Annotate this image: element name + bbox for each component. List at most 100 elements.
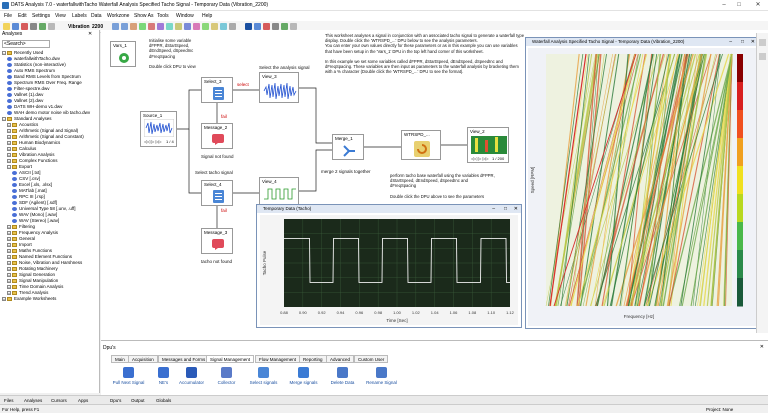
- dock-icon[interactable]: [759, 53, 766, 60]
- expand-toggle-icon[interactable]: +: [7, 285, 11, 289]
- worksheet-canvas[interactable]: Vars_1 Initialise some variable dFPPR, d…: [101, 30, 768, 340]
- expand-toggle-icon[interactable]: +: [7, 225, 11, 229]
- menu-help[interactable]: Help: [202, 13, 212, 19]
- expand-toggle-icon[interactable]: +: [7, 141, 11, 145]
- search-input[interactable]: <Search>: [2, 40, 50, 48]
- cascade-icon[interactable]: [263, 23, 270, 30]
- tab-flow-management[interactable]: Flow Management: [255, 355, 301, 363]
- print-icon[interactable]: [30, 23, 37, 30]
- tile-icon[interactable]: [254, 23, 261, 30]
- run-icon[interactable]: [39, 23, 46, 30]
- grid-icon[interactable]: [202, 23, 209, 30]
- pan-icon[interactable]: [121, 23, 128, 30]
- waterfall-maximize-button[interactable]: □: [741, 39, 744, 45]
- waterfall-minimize-button[interactable]: –: [729, 39, 732, 45]
- expand-toggle-icon[interactable]: −: [2, 51, 6, 55]
- tab-main[interactable]: Main: [111, 355, 129, 363]
- tab-advanced[interactable]: Advanced: [326, 355, 355, 363]
- expand-toggle-icon[interactable]: +: [7, 267, 11, 271]
- panel-close-icon[interactable]: ✕: [88, 31, 92, 37]
- minimize-button[interactable]: –: [718, 1, 730, 9]
- waterfall-window[interactable]: Waterfall Analysis Specified Tacho Signa…: [525, 37, 759, 329]
- expand-toggle-icon[interactable]: +: [7, 129, 11, 133]
- expand-toggle-icon[interactable]: +: [2, 297, 6, 301]
- analysis-icon: [7, 98, 12, 103]
- tab-reporting[interactable]: Reporting: [299, 355, 327, 363]
- zoom-icon[interactable]: [112, 23, 119, 30]
- settings-icon[interactable]: [229, 23, 236, 30]
- open-icon[interactable]: [3, 23, 10, 30]
- menu-file[interactable]: File: [4, 13, 12, 19]
- tacho-window[interactable]: Temporary Data (Tacho) – □ ✕ 0.88 0.90 0.9…: [256, 204, 522, 328]
- menu-edit[interactable]: Edit: [18, 13, 27, 19]
- tab-cursors[interactable]: Cursors: [51, 397, 67, 404]
- tacho-close-button[interactable]: ✕: [514, 206, 518, 212]
- marker-icon[interactable]: [148, 23, 155, 30]
- pin-icon[interactable]: [759, 39, 766, 46]
- overlay-icon[interactable]: [157, 23, 164, 30]
- expand-toggle-icon[interactable]: +: [7, 249, 11, 253]
- tacho-minimize-button[interactable]: –: [492, 206, 495, 212]
- refresh-icon[interactable]: [281, 23, 288, 30]
- expand-toggle-icon[interactable]: +: [7, 123, 11, 127]
- export-icon[interactable]: [220, 23, 227, 30]
- menu-labels[interactable]: Labels: [72, 13, 87, 19]
- cursor-icon[interactable]: [130, 23, 137, 30]
- expand-toggle-icon[interactable]: +: [7, 237, 11, 241]
- close-button[interactable]: ✕: [752, 1, 764, 9]
- info-icon[interactable]: [290, 23, 297, 30]
- tacho-plot-area[interactable]: 0.88 0.90 0.92 0.94 0.96 0.98 1.00 1.02 1.04 1.06…: [260, 215, 518, 325]
- expand-toggle-icon[interactable]: +: [7, 243, 11, 247]
- tab-messages[interactable]: Messages and Forms: [158, 355, 210, 363]
- save-icon[interactable]: [12, 23, 19, 30]
- menu-window[interactable]: Window: [176, 13, 194, 19]
- rename-signal-button[interactable]: Rename Signal: [359, 367, 404, 385]
- expand-toggle-icon[interactable]: +: [7, 153, 11, 157]
- expand-toggle-icon[interactable]: −: [2, 117, 6, 121]
- menu-workzone[interactable]: Workzone: [107, 13, 129, 19]
- expand-toggle-icon[interactable]: +: [7, 255, 11, 259]
- spectrum-icon[interactable]: [166, 23, 173, 30]
- tab-acquisition[interactable]: Acquisition: [128, 355, 158, 363]
- expand-toggle-icon[interactable]: +: [7, 231, 11, 235]
- maximize-button[interactable]: □: [733, 1, 745, 9]
- expand-toggle-icon[interactable]: −: [7, 165, 11, 169]
- tree-item-label: General: [19, 236, 36, 241]
- axis-icon[interactable]: [175, 23, 182, 30]
- tab-custom-user[interactable]: Custom User: [354, 355, 389, 363]
- menu-show-as[interactable]: Show As: [134, 13, 153, 19]
- window-icon[interactable]: [272, 23, 279, 30]
- select-signals-button[interactable]: Select signals: [241, 367, 286, 385]
- tab-files[interactable]: Files: [4, 397, 14, 404]
- scale-icon[interactable]: [184, 23, 191, 30]
- tab-apps[interactable]: Apps: [78, 397, 88, 404]
- expand-toggle-icon[interactable]: +: [7, 135, 11, 139]
- menu-tools[interactable]: Tools: [157, 13, 169, 19]
- legend-icon[interactable]: [211, 23, 218, 30]
- tab-signal-management[interactable]: Signal Management: [206, 355, 255, 363]
- tab-dpus[interactable]: Dpu's: [110, 397, 121, 404]
- help-icon[interactable]: [48, 23, 55, 30]
- color-icon[interactable]: [193, 23, 200, 30]
- graph-icon[interactable]: [139, 23, 146, 30]
- menu-data[interactable]: Data: [91, 13, 102, 19]
- tacho-maximize-button[interactable]: □: [504, 206, 507, 212]
- menu-settings[interactable]: Settings: [32, 13, 50, 19]
- tab-globals[interactable]: Globals: [156, 397, 171, 404]
- expand-toggle-icon[interactable]: +: [7, 261, 11, 265]
- tab-analyses[interactable]: Analyses: [24, 397, 42, 404]
- expand-toggle-icon[interactable]: +: [7, 159, 11, 163]
- tab-output[interactable]: Output: [131, 397, 145, 404]
- layout-icon[interactable]: [245, 23, 252, 30]
- expand-toggle-icon[interactable]: +: [7, 291, 11, 295]
- tree-example-worksheets[interactable]: + Example Worksheets: [2, 296, 56, 302]
- tacho-chart: 0.88 0.90 0.92 0.94 0.96 0.98 1.00 1.02 1.04 1.06…: [262, 219, 515, 323]
- expand-toggle-icon[interactable]: +: [7, 273, 11, 277]
- expand-toggle-icon[interactable]: +: [7, 279, 11, 283]
- delete-icon[interactable]: [21, 23, 28, 30]
- dpu-close-icon[interactable]: ✕: [760, 344, 764, 350]
- expand-toggle-icon[interactable]: +: [7, 147, 11, 151]
- waterfall-close-button[interactable]: ✕: [751, 39, 755, 45]
- menu-view[interactable]: View: [55, 13, 66, 19]
- waterfall-plot-area[interactable]: Frequency [Hz] Speed [RPM]: [528, 48, 756, 326]
